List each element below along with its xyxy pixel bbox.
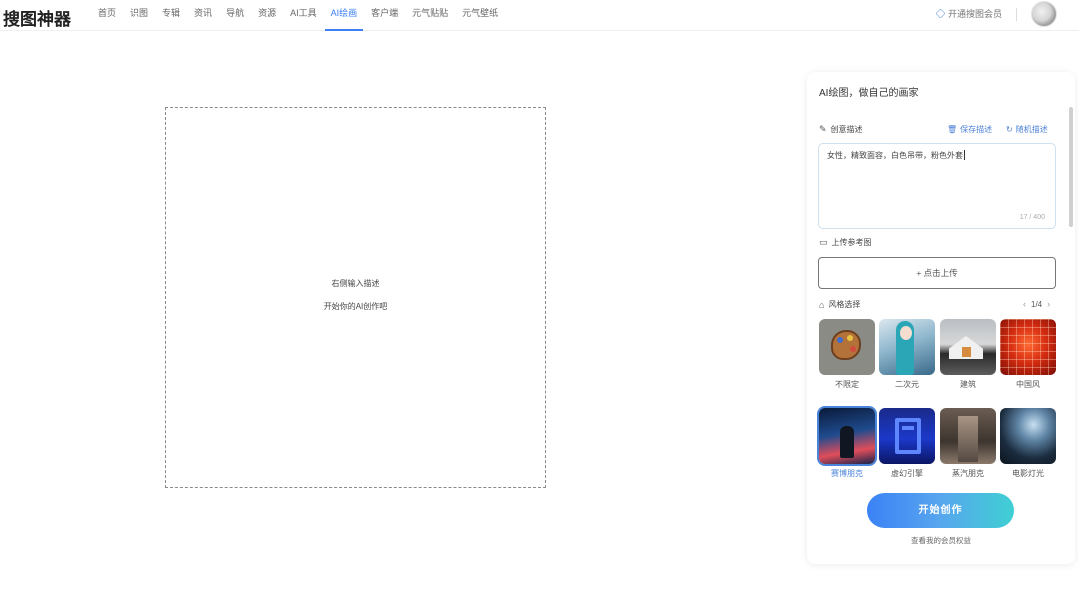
nav-item-client[interactable]: 客户端 [371, 0, 398, 31]
style-pager: ‹ 1/4 › [1023, 299, 1050, 309]
paint-dot [837, 337, 843, 343]
start-creation-button[interactable]: 开始创作 [867, 493, 1014, 528]
style-option-cyberpunk[interactable]: 赛博朋克 [819, 408, 875, 479]
style-select-label: ⌂ 风格选择 [819, 299, 860, 310]
pencil-icon: ✎ [819, 124, 827, 134]
chevron-left-icon[interactable]: ‹ [1023, 299, 1026, 309]
drawing-canvas-placeholder: 右侧输入描述 开始你的AI创作吧 [165, 107, 546, 488]
anime-face [900, 326, 912, 340]
prompt-char-counter: 17 / 400 [1019, 214, 1045, 221]
palette-icon [831, 330, 861, 360]
nav-item-image-search[interactable]: 识图 [130, 0, 148, 31]
tower-shape [958, 416, 978, 462]
neon-glyph-bar [902, 426, 914, 430]
neon-glyph [895, 418, 921, 454]
nav-item-wallpapers[interactable]: 元气壁纸 [462, 0, 498, 31]
style-option-anime[interactable]: 二次元 [879, 319, 935, 390]
random-prompt-button[interactable]: ↻ 随机描述 [1006, 124, 1048, 135]
canvas-hint-primary: 右侧输入描述 [331, 279, 380, 288]
house-window [962, 347, 971, 357]
nav-item-albums[interactable]: 专辑 [162, 0, 180, 31]
style-thumb-unlimited [819, 319, 875, 375]
user-avatar[interactable] [1031, 1, 1057, 27]
style-page-indicator: 1/4 [1031, 299, 1043, 309]
style-option-chinese[interactable]: 中国风 [1000, 319, 1056, 390]
upload-button[interactable]: + 点击上传 [818, 257, 1056, 289]
prompt-textarea[interactable]: 女性，精致面容，白色吊带，粉色外套 17 / 400 [818, 143, 1056, 229]
trash-icon: 🗑 [947, 125, 958, 134]
panel-scrollbar[interactable] [1069, 107, 1073, 227]
cyber-figure [840, 426, 854, 458]
nav-item-news[interactable]: 资讯 [194, 0, 212, 31]
style-thumb-steampunk [940, 408, 996, 464]
header-divider [1016, 8, 1017, 21]
palette-icon: ⌂ [819, 299, 825, 310]
main-nav: 首页 识图 专辑 资讯 导航 资源 AI工具 AI绘画 客户端 元气贴贴 元气壁… [98, 0, 512, 31]
style-option-steampunk[interactable]: 蒸汽朋克 [940, 408, 996, 479]
style-option-unlimited[interactable]: 不限定 [819, 319, 875, 390]
style-thumb-architecture [940, 319, 996, 375]
style-name: 赛博朋克 [831, 469, 863, 478]
ai-drawing-panel: AI绘图，做自己的画家 ✎ 创意描述 🗑 保存描述 ↻ 随机描述 女性，精致面容… [807, 72, 1075, 564]
prompt-label-text: 创意描述 [830, 125, 863, 134]
nav-item-ai-drawing[interactable]: AI绘画 [324, 0, 363, 31]
style-name: 中国风 [1016, 380, 1040, 389]
style-thumb-unreal-engine [879, 408, 935, 464]
member-benefits-link[interactable]: 查看我的会员权益 [807, 535, 1075, 546]
style-thumb-anime [879, 319, 935, 375]
panel-title: AI绘图，做自己的画家 [819, 88, 919, 99]
membership-label: 开通搜图会员 [948, 9, 1003, 19]
nav-item-stickers[interactable]: 元气贴贴 [412, 0, 448, 31]
style-name: 建筑 [960, 380, 976, 389]
style-name: 不限定 [835, 380, 859, 389]
nav-item-home[interactable]: 首页 [98, 0, 116, 31]
style-thumb-chinese [1000, 319, 1056, 375]
image-icon: ▭ [819, 237, 828, 247]
style-option-unreal-engine[interactable]: 虚幻引擎 [879, 408, 935, 479]
lattice-pattern [1000, 319, 1056, 375]
style-option-cinematic-light[interactable]: 电影灯光 [1000, 408, 1056, 479]
diamond-icon [935, 8, 946, 19]
canvas-hint-secondary: 开始你的AI创作吧 [323, 302, 388, 311]
style-name: 二次元 [895, 380, 919, 389]
save-prompt-label: 保存描述 [960, 125, 993, 134]
upload-reference-label-text: 上传参考图 [831, 238, 872, 247]
prompt-value: 女性，精致面容，白色吊带，粉色外套 [827, 151, 963, 160]
paint-dot [847, 335, 853, 341]
prompt-label: ✎ 创意描述 [819, 124, 863, 135]
chevron-right-icon[interactable]: › [1047, 299, 1050, 309]
style-select-label-text: 风格选择 [828, 300, 861, 309]
random-prompt-label: 随机描述 [1015, 125, 1048, 134]
membership-link[interactable]: 开通搜图会员 [935, 7, 1003, 20]
style-name: 虚幻引擎 [891, 469, 923, 478]
nav-item-directory[interactable]: 导航 [226, 0, 244, 31]
paint-dot [850, 346, 856, 352]
top-navigation-bar: 搜图神器 首页 识图 专辑 资讯 导航 资源 AI工具 AI绘画 客户端 元气贴… [0, 0, 1079, 31]
style-thumb-cinematic-light [1000, 408, 1056, 464]
style-name: 电影灯光 [1012, 469, 1044, 478]
text-caret [964, 150, 965, 160]
site-logo[interactable]: 搜图神器 [3, 5, 71, 30]
prompt-text-line: 女性，精致面容，白色吊带，粉色外套 [827, 150, 965, 161]
style-option-architecture[interactable]: 建筑 [940, 319, 996, 390]
save-prompt-button[interactable]: 🗑 保存描述 [947, 124, 992, 135]
nav-item-resources[interactable]: 资源 [258, 0, 276, 31]
style-name: 蒸汽朋克 [952, 469, 984, 478]
upload-reference-label: ▭ 上传参考图 [819, 237, 872, 248]
style-thumb-cyberpunk [819, 408, 875, 464]
nav-item-ai-tools[interactable]: AI工具 [290, 0, 317, 31]
refresh-icon: ↻ [1006, 125, 1013, 134]
